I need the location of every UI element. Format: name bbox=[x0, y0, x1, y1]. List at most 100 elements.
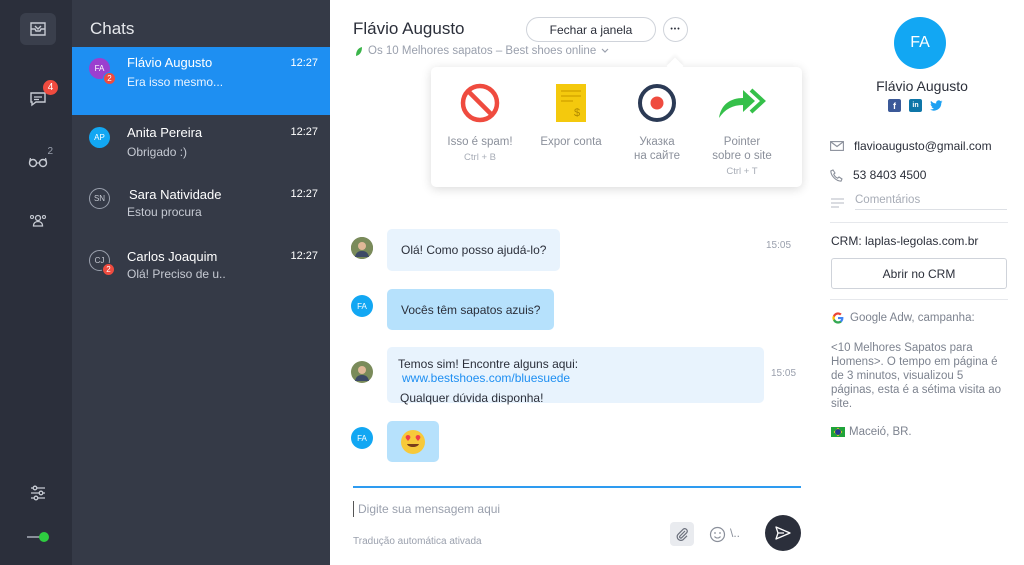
chat-name: Anita Pereira bbox=[127, 125, 203, 140]
users-icon bbox=[29, 214, 47, 227]
email-row[interactable]: flavioaugusto@gmail.com bbox=[830, 139, 992, 153]
phone-value: 53 8403 4500 bbox=[853, 168, 927, 182]
leaf-icon bbox=[356, 46, 362, 56]
message-text: Temos sim! Encontre alguns aqui: bbox=[398, 357, 579, 371]
site-pointer-ru-action[interactable]: Указка на сайте bbox=[612, 81, 702, 163]
site-pointer-action[interactable]: Pointer sobre o site Ctrl + T bbox=[697, 81, 787, 177]
attach-button[interactable] bbox=[670, 522, 694, 546]
page-info[interactable]: Os 10 Melhores sapatos – Best shoes onli… bbox=[355, 45, 609, 57]
notes-icon bbox=[831, 198, 844, 208]
facebook-icon[interactable]: f bbox=[888, 99, 901, 112]
settings-button[interactable] bbox=[20, 477, 56, 509]
avatar: SN bbox=[89, 188, 110, 209]
email-value: flavioaugusto@gmail.com bbox=[854, 139, 992, 153]
divider bbox=[830, 299, 1008, 300]
chats-count-badge: 4 bbox=[43, 80, 58, 95]
more-icon: ••• bbox=[670, 26, 681, 33]
google-icon bbox=[832, 312, 844, 324]
chat-list-title: Chats bbox=[90, 19, 135, 38]
close-window-button[interactable]: Fechar a janela bbox=[526, 17, 656, 42]
inbox-icon bbox=[30, 22, 46, 36]
location-value: Maceió, BR. bbox=[849, 426, 912, 438]
inbox-button[interactable] bbox=[20, 13, 56, 45]
chat-list-item[interactable]: SN Sara Natividade 12:27 Estou procura bbox=[72, 178, 330, 240]
site-pointer-label: Pointer sobre o site bbox=[712, 136, 772, 162]
spam-label: Isso é spam! bbox=[447, 136, 513, 148]
contact-profile-panel: FA Flávio Augusto f in flavioaugusto@gma… bbox=[810, 0, 1024, 565]
canned-responses-button[interactable]: \.. bbox=[730, 526, 740, 540]
phone-icon bbox=[830, 168, 843, 182]
send-icon bbox=[775, 526, 791, 540]
nav-rail: 4 2 bbox=[0, 0, 72, 565]
brazil-flag-icon bbox=[831, 427, 845, 437]
chat-time: 12:27 bbox=[290, 126, 318, 138]
message-bubble: Olá! Como posso ajudá-lo? bbox=[387, 229, 561, 271]
message-time: 15:05 bbox=[771, 368, 797, 379]
comments-input[interactable] bbox=[855, 194, 1007, 210]
unread-badge: 2 bbox=[102, 263, 115, 276]
chat-time: 12:27 bbox=[290, 188, 318, 200]
send-button[interactable] bbox=[765, 515, 801, 551]
chat-preview: Obrigado :) bbox=[127, 145, 188, 159]
profile-avatar: FA bbox=[894, 17, 946, 69]
svg-text:$: $ bbox=[574, 107, 580, 119]
linkedin-icon[interactable]: in bbox=[909, 99, 922, 112]
sliders-icon bbox=[31, 485, 45, 501]
site-pointer-shortcut: Ctrl + T bbox=[726, 166, 758, 177]
open-crm-button[interactable]: Abrir no CRM bbox=[831, 258, 1007, 289]
chat-time: 12:27 bbox=[290, 57, 318, 69]
team-nav-button[interactable]: 2 bbox=[20, 146, 56, 178]
message-link[interactable]: www.bestshoes.com/bluesuede bbox=[402, 371, 570, 385]
contact-name: Flávio Augusto bbox=[353, 19, 465, 38]
online-status-toggle[interactable] bbox=[27, 532, 49, 542]
profile-name: Flávio Augusto bbox=[876, 78, 968, 94]
contacts-nav-button[interactable] bbox=[20, 204, 56, 236]
client-avatar: FA bbox=[351, 295, 373, 317]
message-text: Qualquer dúvida disponha! bbox=[400, 391, 544, 405]
auto-translate-status: Tradução automática ativada bbox=[353, 536, 482, 547]
chat-name: Sara Natividade bbox=[129, 187, 222, 202]
chat-window: Flávio Augusto Fechar a janela ••• Os 10… bbox=[330, 0, 810, 565]
campaign-details: <10 Melhores Sapatos para Homens>. O tem… bbox=[831, 342, 1002, 410]
block-icon bbox=[460, 83, 500, 123]
agent-avatar bbox=[351, 361, 373, 383]
more-options-button[interactable]: ••• bbox=[663, 17, 688, 42]
actions-popover: Isso é spam! Ctrl + B $ Expor conta Указ… bbox=[431, 67, 802, 187]
chat-preview: Era isso mesmo... bbox=[127, 75, 224, 89]
chat-list-panel: Chats FA 2 Flávio Augusto 12:27 Era isso… bbox=[72, 0, 330, 565]
chat-list-item[interactable]: FA 2 Flávio Augusto 12:27 Era isso mesmo… bbox=[72, 47, 330, 115]
crm-label: CRM: laplas-legolas.com.br bbox=[831, 234, 979, 248]
message-text: Olá! Como posso ajudá-lo? bbox=[401, 243, 547, 257]
avatar: FA 2 bbox=[89, 58, 116, 85]
expose-account-action[interactable]: $ Expor conta bbox=[526, 81, 616, 149]
twitter-icon[interactable] bbox=[930, 99, 943, 112]
toggle-knob bbox=[39, 532, 49, 542]
chat-list-item[interactable]: CJ 2 Carlos Joaquim 12:27 Olá! Preciso d… bbox=[72, 240, 330, 302]
site-pointer-ru-label: Указка на сайте bbox=[633, 136, 681, 162]
agent-photo-icon bbox=[351, 361, 373, 383]
chat-preview: Olá! Preciso de u.. bbox=[127, 267, 226, 281]
team-count: 2 bbox=[47, 146, 53, 157]
campaign-source: Google Adw, campanha: bbox=[832, 312, 975, 324]
message-bubble: Temos sim! Encontre alguns aqui: www.bes… bbox=[387, 347, 764, 405]
spam-action[interactable]: Isso é spam! Ctrl + B bbox=[435, 81, 525, 163]
avatar: AP bbox=[89, 127, 110, 148]
invoice-icon: $ bbox=[556, 84, 586, 122]
phone-row[interactable]: 53 8403 4500 bbox=[830, 168, 926, 182]
paperclip-icon bbox=[676, 528, 688, 541]
spam-shortcut: Ctrl + B bbox=[464, 152, 496, 163]
chat-list-item[interactable]: AP Anita Pereira 12:27 Obrigado :) bbox=[72, 116, 330, 178]
campaign-label: Google Adw, campanha: bbox=[850, 312, 975, 324]
unread-badge: 2 bbox=[103, 72, 116, 85]
chat-time: 12:27 bbox=[290, 250, 318, 262]
message-input[interactable] bbox=[353, 501, 753, 517]
chats-nav-button[interactable]: 4 bbox=[20, 80, 58, 115]
mail-icon bbox=[830, 141, 844, 151]
emoji-button[interactable] bbox=[707, 524, 727, 544]
message-bubble: Vocês têm sapatos azuis? bbox=[387, 289, 555, 330]
glasses-icon bbox=[28, 157, 48, 168]
chat-name: Carlos Joaquim bbox=[127, 249, 218, 264]
agent-photo-icon bbox=[351, 237, 373, 259]
smiley-icon bbox=[709, 526, 725, 542]
divider bbox=[830, 222, 1008, 223]
